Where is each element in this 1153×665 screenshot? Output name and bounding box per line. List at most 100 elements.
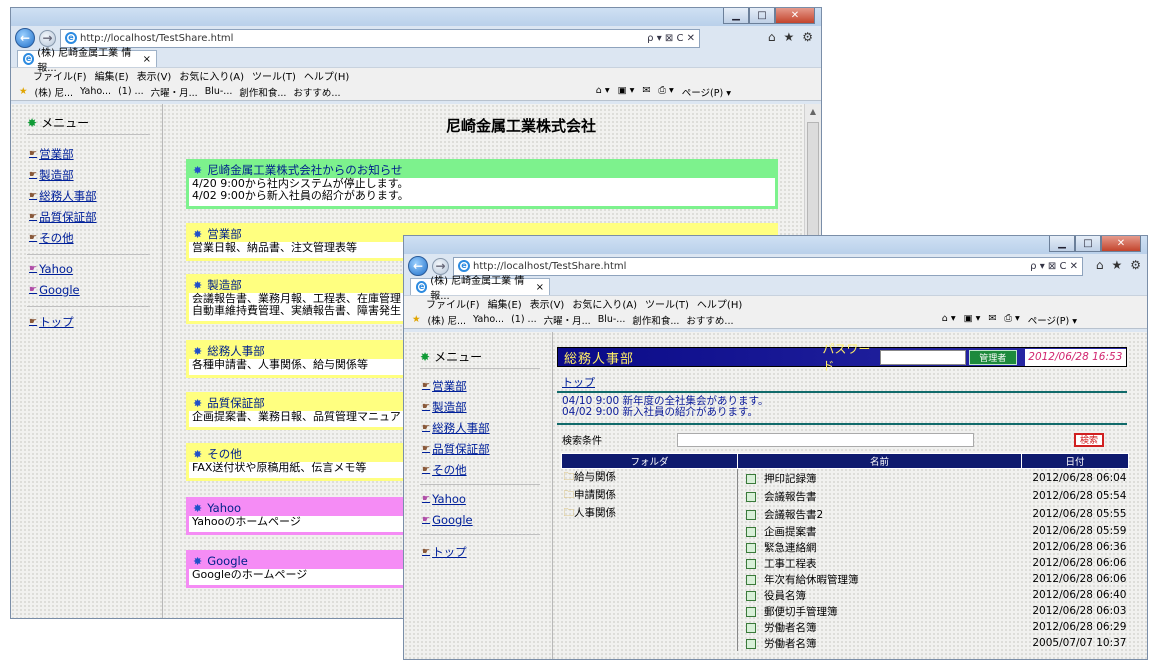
favorites-star-icon[interactable]: ★ <box>412 314 421 325</box>
maximize-button[interactable]: □ <box>1075 236 1101 252</box>
print-icon[interactable]: ⎙ ▾ <box>1004 313 1019 327</box>
home-icon[interactable]: ⌂ ▾ <box>596 85 610 99</box>
folder-name[interactable]: 申請関係 <box>574 489 616 501</box>
favorites-star-icon[interactable]: ★ <box>19 86 28 97</box>
menu-view[interactable]: 表示(V) <box>530 296 565 311</box>
sidebar-item-quality[interactable]: ☛ 品質保証部 <box>29 209 97 225</box>
file-cell[interactable]: 労働者名簿 <box>737 619 1022 635</box>
menu-favorites[interactable]: お気に入り(A) <box>179 68 244 83</box>
sidebar-item-label[interactable]: Google <box>39 283 80 297</box>
fav-item[interactable]: 六曜・月... <box>151 85 198 99</box>
home-icon[interactable]: ⌂ ▾ <box>942 313 956 327</box>
file-name[interactable]: 郵便切手管理簿 <box>764 606 838 618</box>
sidebar-item-google[interactable]: ☛ Google <box>29 283 80 297</box>
admin-button[interactable]: 管理者 <box>968 349 1017 365</box>
box-title[interactable]: 総務人事部 <box>207 343 265 359</box>
favorites-star-icon[interactable]: ★ <box>783 30 794 44</box>
fav-item[interactable]: 創作和食... <box>239 85 286 99</box>
sidebar-item-label[interactable]: 営業部 <box>432 378 467 394</box>
page-menu[interactable]: ページ(P) ▾ <box>682 85 731 99</box>
file-cell[interactable]: 押印記録簿 <box>737 468 1022 487</box>
file-cell[interactable]: 会議報告書2 <box>737 505 1022 523</box>
sidebar-item-label[interactable]: Yahoo <box>39 262 73 276</box>
browser-tab[interactable]: e (株) 尼崎金属工業 情報... × <box>410 276 550 302</box>
back-button[interactable]: ← <box>408 256 428 276</box>
sidebar-item-top[interactable]: ☛ トップ <box>422 544 467 560</box>
maximize-button[interactable]: □ <box>749 8 775 24</box>
box-title[interactable]: 営業部 <box>207 226 242 242</box>
file-name[interactable]: 企画提案書 <box>764 526 817 538</box>
sidebar-item-label[interactable]: 製造部 <box>432 399 467 415</box>
address-tools[interactable]: ρ ▾ ⊠ C ✕ <box>647 33 695 44</box>
favorites-star-icon[interactable]: ★ <box>1111 258 1122 272</box>
tab-close-icon[interactable]: × <box>143 54 151 65</box>
sidebar-item-label[interactable]: 営業部 <box>39 146 74 162</box>
print-icon[interactable]: ⎙ ▾ <box>658 85 673 99</box>
file-cell[interactable]: 会議報告書 <box>737 487 1022 505</box>
sidebar-item-top[interactable]: ☛ トップ <box>29 314 74 330</box>
home-icon[interactable]: ⌂ <box>768 30 776 44</box>
fav-item[interactable]: Blu-... <box>205 86 233 97</box>
address-bar[interactable]: e http://localhost/TestShare.html ρ ▾ ⊠ … <box>60 28 700 48</box>
file-cell[interactable]: 緊急連絡網 <box>737 539 1022 555</box>
close-button[interactable]: ✕ <box>775 8 815 24</box>
fav-item[interactable]: おすすめ... <box>686 313 733 327</box>
file-cell[interactable]: 工事工程表 <box>737 555 1022 571</box>
gear-icon[interactable]: ⚙ <box>802 30 813 44</box>
fav-item[interactable]: Blu-... <box>598 314 626 325</box>
sidebar-item-label[interactable]: 品質保証部 <box>432 441 490 457</box>
sidebar-item-quality[interactable]: ☛ 品質保証部 <box>422 441 490 457</box>
fav-item[interactable]: (1) ... <box>118 86 144 97</box>
file-cell[interactable]: 郵便切手管理簿 <box>737 603 1022 619</box>
fav-item[interactable]: (株) 尼... <box>35 85 74 99</box>
file-name[interactable]: 労働者名簿 <box>764 638 817 650</box>
search-button[interactable]: 検索 <box>1074 432 1104 447</box>
minimize-button[interactable]: ▁ <box>1049 236 1075 252</box>
page-menu[interactable]: ページ(P) ▾ <box>1028 313 1077 327</box>
minimize-button[interactable]: ▁ <box>723 8 749 24</box>
sidebar-item-other[interactable]: ☛ その他 <box>422 462 467 478</box>
back-button[interactable]: ← <box>15 28 35 48</box>
sidebar-item-google[interactable]: ☛ Google <box>422 513 473 527</box>
address-tools[interactable]: ρ ▾ ⊠ C ✕ <box>1030 261 1078 272</box>
box-title[interactable]: Google <box>207 554 248 568</box>
menu-favorites[interactable]: お気に入り(A) <box>572 296 637 311</box>
sidebar-item-label[interactable]: 製造部 <box>39 167 74 183</box>
feed-icon[interactable]: ▣ ▾ <box>618 85 635 99</box>
file-cell[interactable]: 労働者名簿 <box>737 635 1022 651</box>
file-name[interactable]: 会議報告書 <box>764 491 817 503</box>
file-name[interactable]: 会議報告書2 <box>764 509 823 521</box>
file-cell[interactable]: 年次有給休暇管理簿 <box>737 571 1022 587</box>
browser-tab[interactable]: e (株) 尼崎金属工業 情報... × <box>17 48 157 74</box>
menu-tools[interactable]: ツール(T) <box>645 296 689 311</box>
sidebar-item-label[interactable]: トップ <box>432 544 467 560</box>
fav-item[interactable]: (株) 尼... <box>428 313 467 327</box>
menu-view[interactable]: 表示(V) <box>137 68 172 83</box>
folder-name[interactable]: 給与関係 <box>574 471 616 483</box>
folder-cell[interactable]: 🗀給与関係 <box>562 469 738 488</box>
menu-help[interactable]: ヘルプ(H) <box>697 296 742 311</box>
file-name[interactable]: 年次有給休暇管理簿 <box>764 574 859 586</box>
menu-tools[interactable]: ツール(T) <box>252 68 296 83</box>
sidebar-item-label[interactable]: 品質保証部 <box>39 209 97 225</box>
feed-icon[interactable]: ▣ ▾ <box>964 313 981 327</box>
scroll-up-icon[interactable]: ▲ <box>805 104 821 120</box>
sidebar-item-label[interactable]: その他 <box>39 230 74 246</box>
fav-item[interactable]: (1) ... <box>511 314 537 325</box>
mail-icon[interactable]: ✉ <box>988 313 996 327</box>
password-input[interactable] <box>879 349 966 365</box>
sidebar-item-label[interactable]: Yahoo <box>432 492 466 506</box>
gear-icon[interactable]: ⚙ <box>1130 258 1141 272</box>
home-icon[interactable]: ⌂ <box>1096 258 1104 272</box>
close-button[interactable]: ✕ <box>1101 236 1141 252</box>
fav-item[interactable]: Yaho... <box>80 86 111 97</box>
box-title[interactable]: Yahoo <box>207 501 241 515</box>
folder-cell[interactable]: 🗀申請関係 <box>562 487 738 505</box>
mail-icon[interactable]: ✉ <box>642 85 650 99</box>
fav-item[interactable]: Yaho... <box>473 314 504 325</box>
file-name[interactable]: 労働者名簿 <box>764 622 817 634</box>
file-name[interactable]: 工事工程表 <box>764 558 817 570</box>
fav-item[interactable]: おすすめ... <box>293 85 340 99</box>
sidebar-item-yahoo[interactable]: ☛ Yahoo <box>29 262 73 276</box>
sidebar-item-manufacturing[interactable]: ☛ 製造部 <box>29 167 74 183</box>
